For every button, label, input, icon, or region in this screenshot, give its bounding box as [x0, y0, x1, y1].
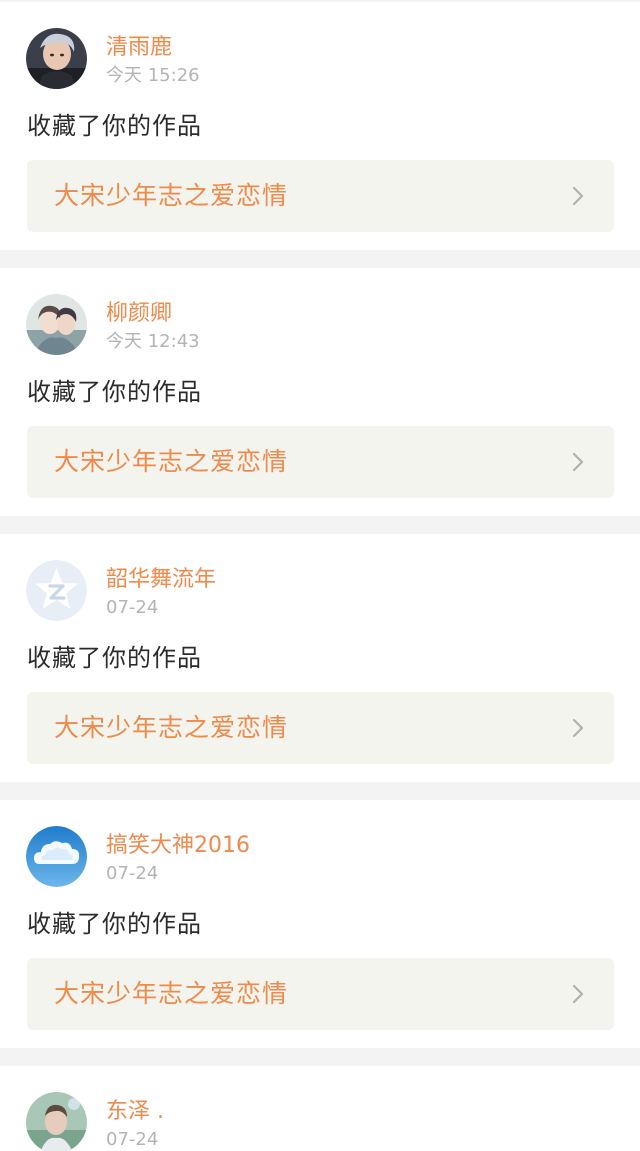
chevron-right-icon	[568, 984, 588, 1004]
work-link[interactable]: 大宋少年志之爱恋情	[27, 426, 614, 498]
avatar[interactable]	[26, 28, 87, 89]
notification-card: 韶华舞流年 07-24 收藏了你的作品 大宋少年志之爱恋情	[0, 534, 640, 782]
username[interactable]: 柳颜卿	[106, 300, 172, 328]
timestamp: 07-24	[106, 863, 159, 884]
timestamp: 07-24	[106, 597, 159, 618]
work-link[interactable]: 大宋少年志之爱恋情	[27, 692, 614, 764]
notification-card: 搞笑大神2016 07-24 收藏了你的作品 大宋少年志之爱恋情	[0, 800, 640, 1048]
activity-text: 收藏了你的作品	[27, 910, 202, 938]
chevron-right-icon	[568, 718, 588, 738]
username[interactable]: 韶华舞流年	[106, 566, 216, 594]
timestamp: 07-24	[106, 1129, 159, 1150]
default-star-avatar-icon	[26, 560, 87, 621]
work-title: 大宋少年志之爱恋情	[54, 713, 289, 742]
username[interactable]: 搞笑大神2016	[106, 832, 250, 860]
work-title: 大宋少年志之爱恋情	[54, 447, 289, 476]
cloud-avatar-icon	[26, 826, 87, 887]
username[interactable]: 清雨鹿	[106, 34, 172, 62]
activity-text: 收藏了你的作品	[27, 112, 202, 140]
chevron-right-icon	[568, 452, 588, 472]
activity-text: 收藏了你的作品	[27, 378, 202, 406]
avatar[interactable]	[26, 1092, 87, 1151]
user-photo-icon	[26, 294, 87, 355]
work-link[interactable]: 大宋少年志之爱恋情	[27, 160, 614, 232]
username[interactable]: 东泽 .	[106, 1098, 164, 1126]
work-title: 大宋少年志之爱恋情	[54, 181, 289, 210]
avatar[interactable]	[26, 560, 87, 621]
chevron-right-icon	[568, 186, 588, 206]
notification-feed[interactable]: 清雨鹿 今天 15:26 收藏了你的作品 大宋少年志之爱恋情 柳颜卿 今天 12…	[0, 0, 640, 1151]
user-photo-icon	[26, 28, 87, 89]
work-title: 大宋少年志之爱恋情	[54, 979, 289, 1008]
avatar[interactable]	[26, 294, 87, 355]
notification-card: 柳颜卿 今天 12:43 收藏了你的作品 大宋少年志之爱恋情	[0, 268, 640, 516]
activity-text: 收藏了你的作品	[27, 644, 202, 672]
notification-card: 东泽 . 07-24	[0, 1066, 640, 1151]
timestamp: 今天 12:43	[106, 331, 200, 352]
notification-card: 清雨鹿 今天 15:26 收藏了你的作品 大宋少年志之爱恋情	[0, 2, 640, 250]
work-link[interactable]: 大宋少年志之爱恋情	[27, 958, 614, 1030]
user-photo-icon	[26, 1092, 87, 1151]
avatar[interactable]	[26, 826, 87, 887]
timestamp: 今天 15:26	[106, 65, 200, 86]
